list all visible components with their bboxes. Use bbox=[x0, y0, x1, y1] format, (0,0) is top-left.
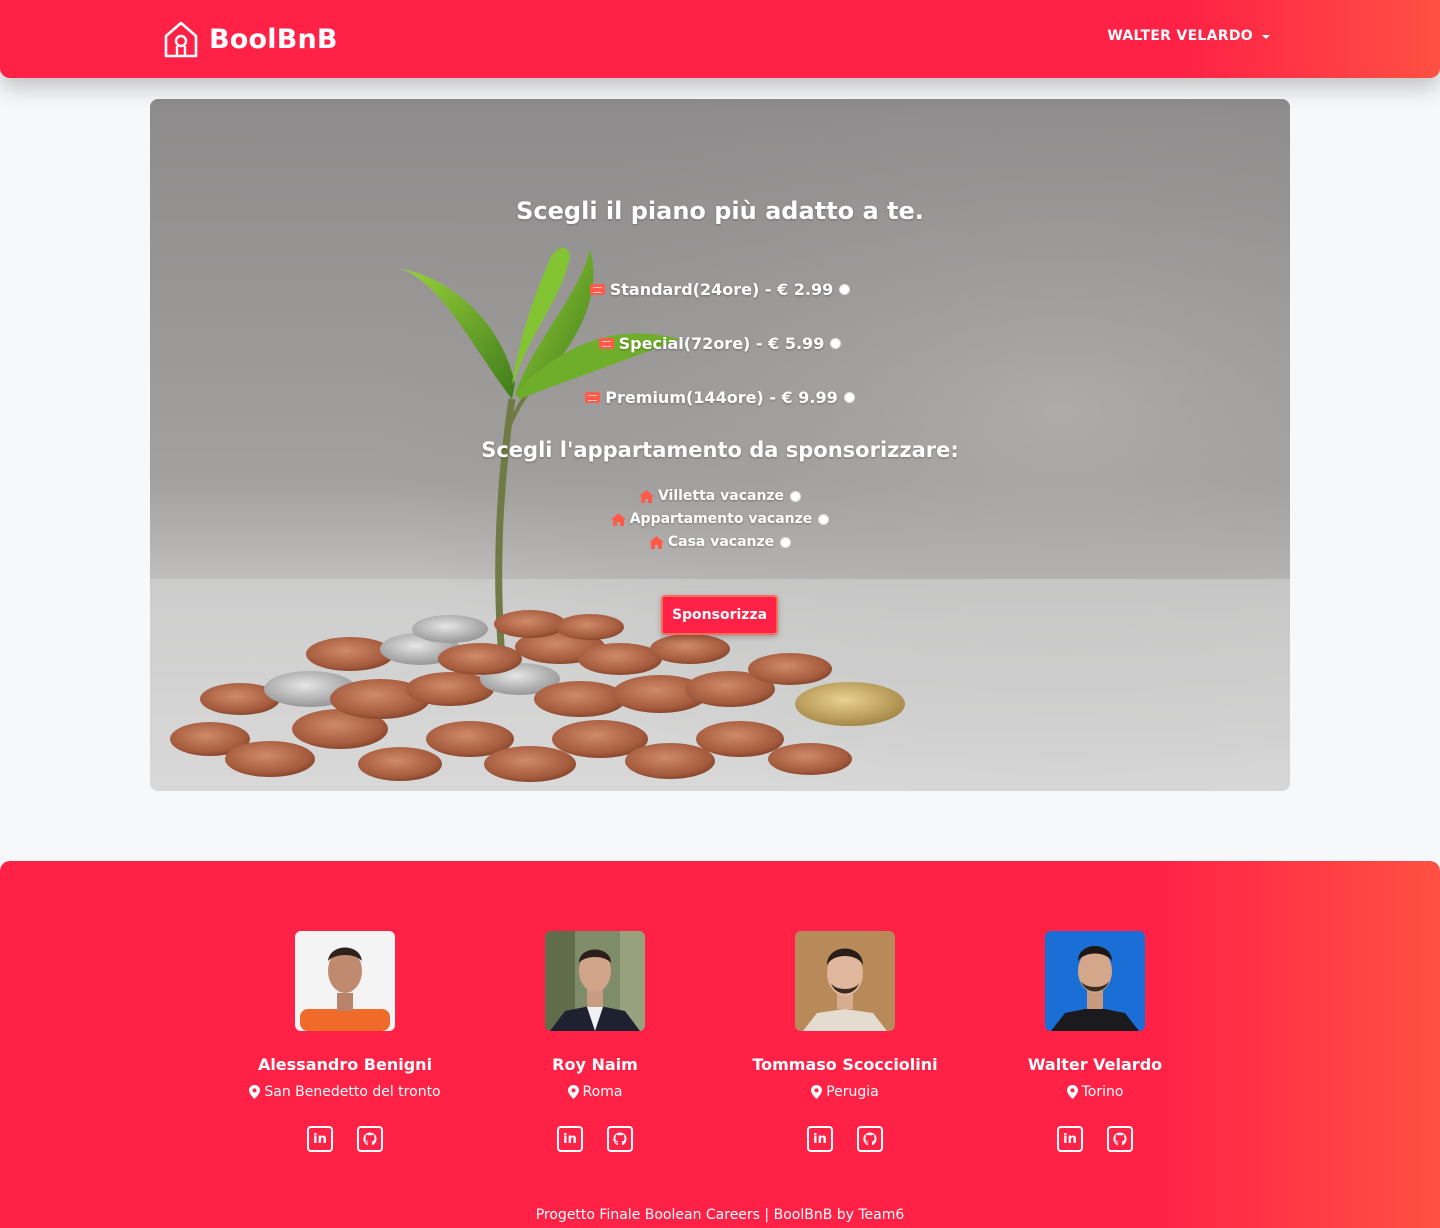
apartment-title: Scegli l'appartamento da sponsorizzare: bbox=[481, 438, 959, 462]
member-city: San Benedetto del tronto bbox=[220, 1084, 470, 1100]
github-icon[interactable] bbox=[607, 1126, 633, 1152]
member-city: Roma bbox=[470, 1084, 720, 1100]
member-city: Perugia bbox=[720, 1084, 970, 1100]
apartment-radio-appartamento[interactable] bbox=[818, 513, 830, 525]
github-icon[interactable] bbox=[857, 1126, 883, 1152]
plan-label: Standard(24ore) - € 2.99 bbox=[609, 280, 834, 299]
apartment-label: Casa vacanze bbox=[667, 534, 775, 550]
avatar bbox=[295, 931, 395, 1031]
city-label: Torino bbox=[1081, 1084, 1124, 1100]
map-pin-icon bbox=[567, 1085, 579, 1099]
apartment-label: Villetta vacanze bbox=[657, 488, 785, 504]
member-city: Torino bbox=[970, 1084, 1220, 1100]
social-links: in bbox=[220, 1126, 470, 1152]
brand-link[interactable]: BoolBnB bbox=[163, 18, 338, 60]
apartment-label: Appartamento vacanze bbox=[629, 511, 813, 527]
plan-option-premium[interactable]: Premium(144ore) - € 9.99 bbox=[150, 388, 1290, 407]
apartment-option-casa[interactable]: Casa vacanze bbox=[150, 534, 1290, 550]
sponsor-hero: Scegli il piano più adatto a te. Standar… bbox=[150, 99, 1290, 791]
plan-title: Scegli il piano più adatto a te. bbox=[516, 197, 924, 225]
ticket-icon bbox=[589, 284, 605, 295]
team-member-card: Roy Naim Roma in bbox=[470, 931, 720, 1152]
plan-option-standard[interactable]: Standard(24ore) - € 2.99 bbox=[150, 280, 1290, 299]
city-label: Roma bbox=[582, 1084, 623, 1100]
plan-label: Special(72ore) - € 5.99 bbox=[618, 334, 825, 353]
house-logo-icon bbox=[164, 21, 198, 58]
avatar bbox=[795, 931, 895, 1031]
ticket-icon bbox=[585, 392, 601, 403]
social-links: in bbox=[720, 1126, 970, 1152]
linkedin-icon[interactable]: in bbox=[807, 1126, 833, 1152]
navbar: BoolBnB WALTER VELARDO bbox=[0, 0, 1440, 78]
chevron-down-icon bbox=[1262, 34, 1270, 39]
member-name: Tommaso Scocciolini bbox=[752, 1055, 938, 1074]
map-pin-icon bbox=[249, 1085, 261, 1099]
map-pin-icon bbox=[1066, 1085, 1078, 1099]
map-pin-icon bbox=[811, 1085, 823, 1099]
plan-radio-premium[interactable] bbox=[843, 392, 855, 403]
apartment-option-appartamento[interactable]: Appartamento vacanze bbox=[150, 511, 1290, 527]
apartment-radio-casa[interactable] bbox=[780, 536, 792, 548]
home-icon bbox=[638, 489, 654, 503]
plan-radio-standard[interactable] bbox=[839, 284, 851, 295]
linkedin-icon[interactable]: in bbox=[307, 1126, 333, 1152]
member-name: Walter Velardo bbox=[1027, 1055, 1163, 1074]
github-icon[interactable] bbox=[357, 1126, 383, 1152]
home-icon bbox=[610, 512, 626, 526]
apartment-option-villetta[interactable]: Villetta vacanze bbox=[150, 488, 1290, 504]
member-name: Roy Naim bbox=[552, 1055, 638, 1074]
team-member-card: Tommaso Scocciolini Perugia in bbox=[720, 931, 970, 1152]
sponsor-form: Scegli il piano più adatto a te. Standar… bbox=[150, 99, 1290, 791]
user-menu-toggle[interactable]: WALTER VELARDO bbox=[1107, 28, 1270, 44]
home-icon bbox=[648, 535, 664, 549]
linkedin-icon[interactable]: in bbox=[557, 1126, 583, 1152]
member-name: Alessandro Benigni bbox=[257, 1055, 433, 1074]
avatar bbox=[545, 931, 645, 1031]
social-links: in bbox=[970, 1126, 1220, 1152]
linkedin-icon[interactable]: in bbox=[1057, 1126, 1083, 1152]
brand-name: BoolBnB bbox=[209, 23, 338, 55]
city-label: San Benedetto del tronto bbox=[264, 1084, 441, 1100]
plan-radio-special[interactable] bbox=[830, 338, 842, 349]
plan-label: Premium(144ore) - € 9.99 bbox=[605, 388, 838, 407]
footer-credits: Progetto Finale Boolean Careers | BoolBn… bbox=[535, 1207, 905, 1223]
plan-option-special[interactable]: Special(72ore) - € 5.99 bbox=[150, 334, 1290, 353]
team-member-card: Alessandro Benigni San Benedetto del tro… bbox=[220, 931, 470, 1152]
apartment-radio-villetta[interactable] bbox=[790, 490, 802, 502]
avatar bbox=[1045, 931, 1145, 1031]
social-links: in bbox=[470, 1126, 720, 1152]
ticket-icon bbox=[598, 338, 614, 349]
footer: Alessandro Benigni San Benedetto del tro… bbox=[0, 861, 1440, 1228]
sponsor-button[interactable]: Sponsorizza bbox=[661, 595, 778, 635]
team-member-card: Walter Velardo Torino in bbox=[970, 931, 1220, 1152]
github-icon[interactable] bbox=[1107, 1126, 1133, 1152]
city-label: Perugia bbox=[826, 1084, 879, 1100]
user-name: WALTER VELARDO bbox=[1107, 28, 1253, 44]
